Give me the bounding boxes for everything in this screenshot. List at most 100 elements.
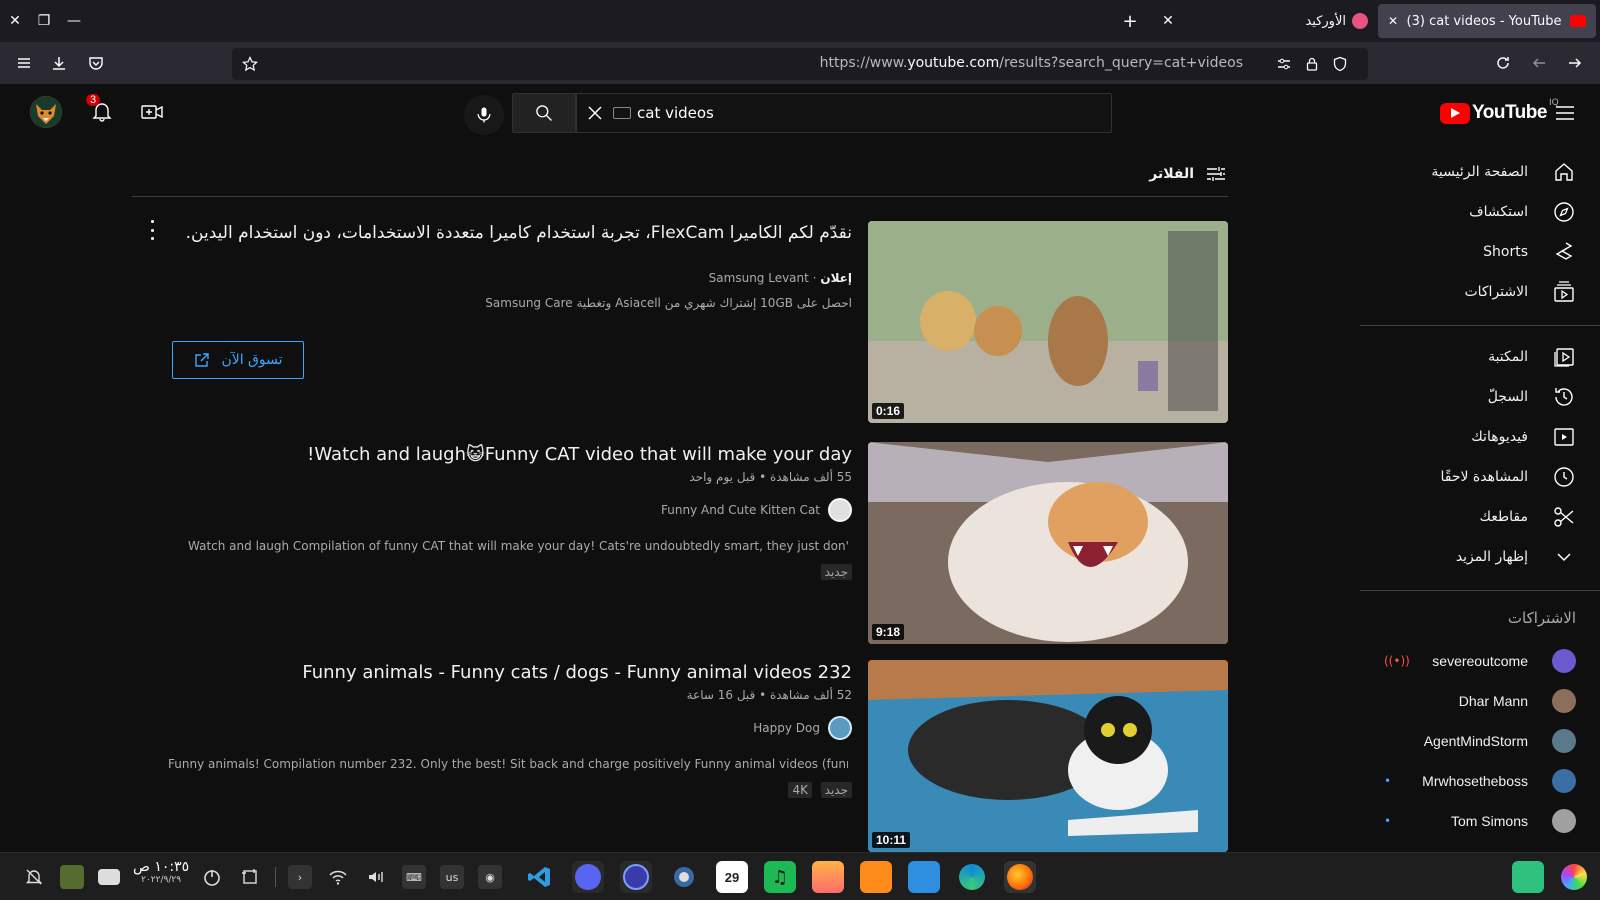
reload-icon[interactable] xyxy=(1491,51,1515,75)
volume-icon[interactable] xyxy=(364,865,388,889)
clock-time: ١٠:٣٥ ص xyxy=(133,859,190,875)
tracking-settings-icon[interactable] xyxy=(1272,52,1296,76)
bookmark-star-icon[interactable] xyxy=(238,52,262,76)
edge-browser-app-icon[interactable] xyxy=(956,861,988,893)
expand-tray-icon[interactable]: › xyxy=(288,865,312,889)
video-title[interactable]: Funny animals - Funny cats / dogs - Funn… xyxy=(152,660,852,686)
sidebar-item-label: إظهار المزيد xyxy=(1455,549,1528,565)
channel-avatar xyxy=(828,716,852,740)
terminal-app-icon[interactable] xyxy=(1512,861,1544,893)
sidebar-item-shorts[interactable]: Shorts xyxy=(1360,232,1600,272)
sidebar-item-history[interactable]: السجلّ xyxy=(1360,377,1600,417)
search-input[interactable]: cat videos xyxy=(576,93,1112,133)
search-results: الفلاتر 0:16 نقدّم لكم الكاميرا FlexCam،… xyxy=(0,140,1360,852)
menu-icon[interactable] xyxy=(12,51,36,75)
create-video-icon[interactable] xyxy=(140,100,164,124)
video-title[interactable]: Watch and laugh😺Funny CAT video that wil… xyxy=(152,442,852,468)
sidebar-item-label: الاشتراكات xyxy=(1464,284,1528,300)
sidebar-item-explore[interactable]: استكشاف xyxy=(1360,192,1600,232)
more-options-icon[interactable] xyxy=(148,220,156,240)
video-meta: 52 ألف مشاهدة • قبل 16 ساعة xyxy=(686,688,852,702)
back-icon[interactable] xyxy=(1527,51,1551,75)
subscription-item[interactable]: • Mrwhosetheboss xyxy=(1360,761,1600,801)
sidebar-item-subscriptions[interactable]: الاشتراكات xyxy=(1360,272,1600,312)
sidebar-item-your-videos[interactable]: فيديوهاتك xyxy=(1360,417,1600,457)
channel-link[interactable]: Happy Dog xyxy=(753,716,852,740)
keyboard-icon[interactable] xyxy=(613,107,631,119)
subscription-item[interactable]: ((•)) severeoutcome xyxy=(1360,641,1600,681)
window-minimize-icon[interactable]: — xyxy=(64,11,84,31)
ad-title[interactable]: نقدّم لكم الكاميرا FlexCam، تجربة استخدا… xyxy=(152,220,852,246)
keyboard-tray-icon[interactable] xyxy=(98,869,120,885)
discord-app-icon[interactable] xyxy=(572,861,604,893)
download-icon[interactable] xyxy=(47,51,71,75)
notifications-muted-icon[interactable] xyxy=(22,865,46,889)
subscriptions-heading: الاشتراكات xyxy=(1507,609,1576,627)
youtube-logo[interactable]: YouTube IQ xyxy=(1440,98,1559,124)
window-close-icon[interactable]: ✕ xyxy=(5,11,25,31)
sidebar-item-clips[interactable]: مقاطعك xyxy=(1360,497,1600,537)
vscode-app-icon[interactable] xyxy=(524,861,556,893)
sidebar-item-watch-later[interactable]: المشاهدة لاحقًا xyxy=(1360,457,1600,497)
new-tab-icon[interactable]: + xyxy=(1120,11,1140,32)
ad-channel[interactable]: Samsung Levant xyxy=(709,271,809,285)
notifications-bell-icon[interactable]: 3 xyxy=(86,94,114,123)
tab-close-icon[interactable]: ✕ xyxy=(1158,11,1178,31)
tab-close-icon[interactable]: ✕ xyxy=(1388,14,1398,28)
firefox-app-icon[interactable] xyxy=(1004,861,1036,893)
subscription-item[interactable]: AgentMindStorm xyxy=(1360,721,1600,761)
input-method-icon[interactable]: ⌨ xyxy=(402,865,426,889)
video-thumbnail[interactable]: 9:18 xyxy=(868,442,1228,644)
wifi-icon[interactable] xyxy=(326,865,350,889)
calendar-app-icon[interactable]: 29 xyxy=(716,861,748,893)
clear-search-icon[interactable] xyxy=(585,103,605,123)
ad-description: احصل على 10GB إشتراك شهري من Asiacell وت… xyxy=(485,296,852,310)
tab-youtube[interactable]: ✕ (3) cat videos - YouTube xyxy=(1378,4,1596,38)
file-manager-app-icon[interactable] xyxy=(908,861,940,893)
channel-avatar xyxy=(828,498,852,522)
system-monitor-app-icon[interactable] xyxy=(620,861,652,893)
app-launcher-icon[interactable] xyxy=(1558,861,1590,893)
user-avatar[interactable] xyxy=(30,96,62,128)
tab-orchid[interactable]: الأوركيد xyxy=(1288,4,1378,38)
calendar-day: 29 xyxy=(724,869,740,885)
screenshot-icon[interactable] xyxy=(238,865,262,889)
pocket-icon[interactable] xyxy=(84,51,108,75)
app-store-icon[interactable] xyxy=(860,861,892,893)
settings-app-icon[interactable] xyxy=(668,861,700,893)
subscription-avatar xyxy=(1552,729,1576,753)
keyboard-layout-indicator[interactable]: us xyxy=(440,865,464,889)
sidebar-item-label: فيديوهاتك xyxy=(1471,429,1528,445)
sidebar-item-chevron-down[interactable]: إظهار المزيد xyxy=(1360,537,1600,577)
subscription-avatar xyxy=(1552,649,1576,673)
music-app-icon[interactable]: ♫ xyxy=(764,861,796,893)
window-restore-icon[interactable]: ❐ xyxy=(34,11,54,31)
discord-tray-icon[interactable]: ◉ xyxy=(478,865,502,889)
video-thumbnail[interactable]: 10:11 xyxy=(868,660,1228,852)
clipboard-icon[interactable] xyxy=(60,865,84,889)
4k-badge: 4K xyxy=(788,782,812,798)
ad-thumbnail[interactable]: 0:16 xyxy=(868,221,1228,423)
search-button[interactable] xyxy=(512,93,576,133)
address-bar[interactable]: https://www.youtube.com/results?search_q… xyxy=(232,48,1368,80)
subscription-item[interactable]: • Tom Simons xyxy=(1360,801,1600,841)
subscriptions-icon xyxy=(1554,281,1574,302)
voice-search-button[interactable] xyxy=(464,95,504,135)
sidebar-item-library[interactable]: المكتبة xyxy=(1360,337,1600,377)
subscription-item[interactable]: Dhar Mann xyxy=(1360,681,1600,721)
channel-link[interactable]: Funny And Cute Kitten Cat xyxy=(661,498,852,522)
power-icon[interactable] xyxy=(200,865,224,889)
external-link-icon xyxy=(195,353,210,367)
clock[interactable]: ١٠:٣٥ ص ٢٠٢٢/٩/٢٩ xyxy=(133,859,189,885)
sidebar-item-label: المشاهدة لاحقًا xyxy=(1440,469,1528,485)
photos-app-icon[interactable] xyxy=(812,861,844,893)
sidebar-item-home[interactable]: الصفحة الرئيسية xyxy=(1360,152,1600,192)
lock-icon[interactable] xyxy=(1300,52,1324,76)
filters-button[interactable]: الفلاتر xyxy=(1149,162,1228,186)
guide-menu-icon[interactable] xyxy=(1553,101,1577,125)
subscription-channel-name: Mrwhosetheboss xyxy=(1422,773,1528,789)
shop-now-button[interactable]: تسوق الآن xyxy=(172,341,304,379)
forward-icon[interactable] xyxy=(1563,51,1587,75)
shield-icon[interactable] xyxy=(1328,52,1352,76)
subscription-avatar xyxy=(1552,809,1576,833)
